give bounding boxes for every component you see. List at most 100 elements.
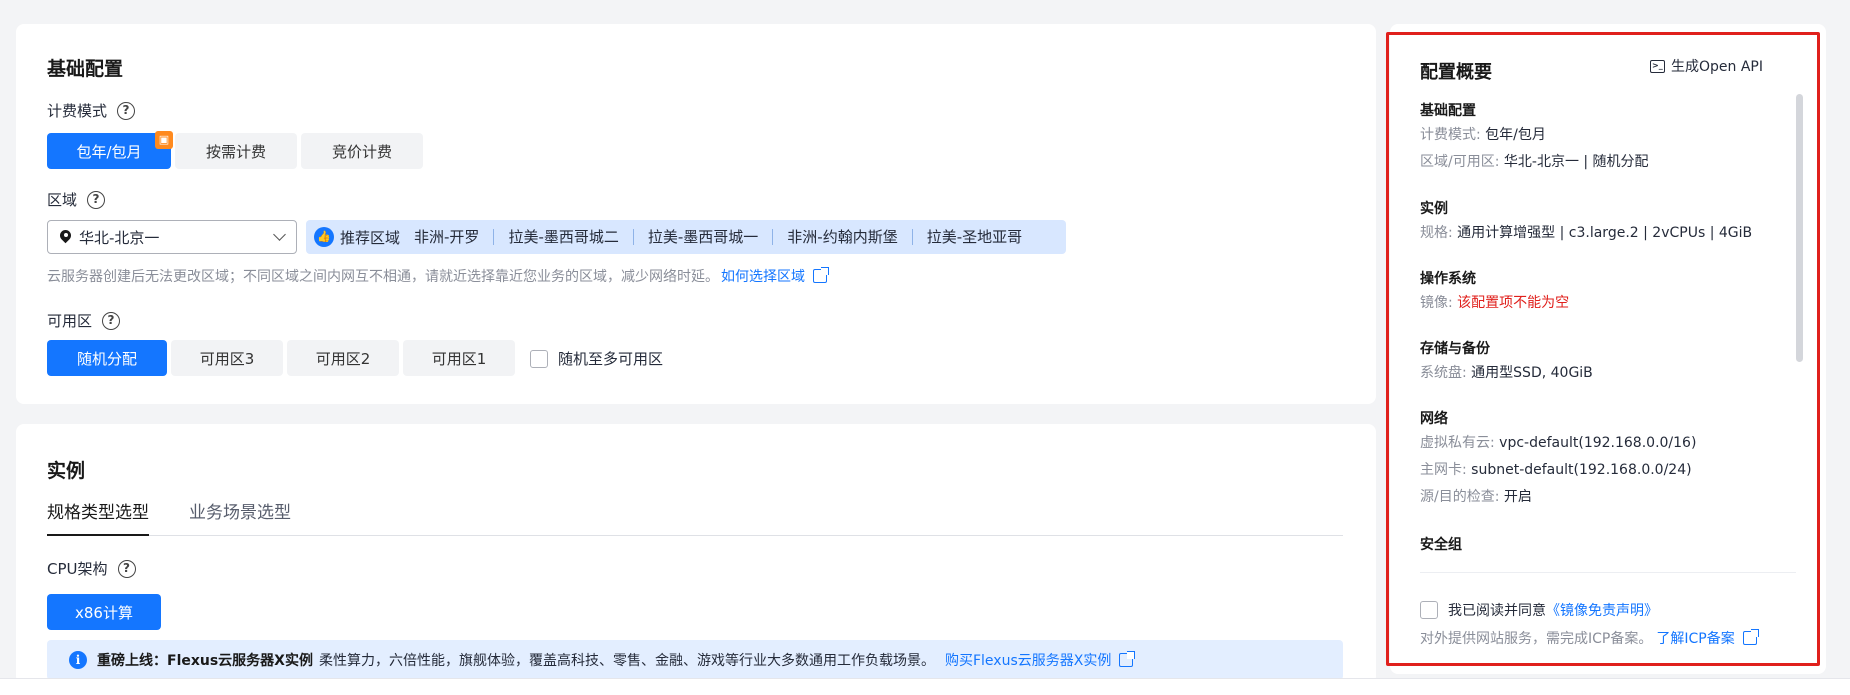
region-label: 区域 ? [47,189,106,210]
summary-key: 规格: [1420,225,1458,241]
summary-divider [1420,572,1796,573]
summary-value: 包年/包月 [1485,127,1546,143]
summary-value: 通用计算增强型 | c3.large.2 | 2vCPUs | 4GiB [1457,225,1753,241]
icp-notice: 对外提供网站服务，需完成ICP备案。 了解ICP备案 [1420,628,1759,648]
agree-checkbox[interactable] [1420,601,1438,619]
summary-key: 源/目的检查: [1420,489,1504,505]
recommended-region-item[interactable]: 非洲-约翰内斯堡 [772,229,911,245]
how-to-choose-region-link[interactable]: 如何选择区域 [721,266,805,286]
region-select[interactable]: 华北-北京一 [47,220,297,254]
thumbs-up-icon: 👍 [314,227,334,247]
summary-network: 网络 虚拟私有云: vpc-default(192.168.0.0/16) 主网… [1420,408,1696,511]
summary-key: 计费模式: [1420,127,1486,143]
recommended-regions-bar: 👍 推荐区域 非洲-开罗 拉美-墨西哥城二 拉美-墨西哥城一 非洲-约翰内斯堡 … [306,220,1066,254]
summary-instance-head: 实例 [1420,201,1448,217]
external-link-icon [1742,629,1759,645]
cpu-arch-text: CPU架构 [47,560,108,578]
image-disclaimer-agree[interactable]: 我已阅读并同意 《镜像免责声明》 [1420,600,1658,620]
recommended-region-item[interactable]: 拉美-圣地亚哥 [911,229,1036,245]
summary-scrollbar[interactable] [1796,94,1803,362]
summary-basic: 基础配置 计费模式: 包年/包月 区域/可用区: 华北-北京一 | 随机分配 [1420,100,1649,176]
billing-on-demand-button[interactable]: 按需计费 [175,133,297,169]
region-selected-value: 华北-北京一 [79,228,160,247]
summary-storage: 存储与备份 系统盘: 通用型SSD, 40GiB [1420,338,1593,387]
random-multi-az-option[interactable]: 随机至多可用区 [530,348,663,369]
instance-tabs: 规格类型选型 业务场景选型 [47,500,1343,536]
summary-region-line: 区域/可用区: 华北-北京一 | 随机分配 [1420,149,1649,176]
basic-config-title: 基础配置 [47,58,124,80]
recommended-region-item[interactable]: 非洲-开罗 [414,229,493,245]
cpu-arch-label: CPU架构 ? [47,558,136,579]
image-disclaimer-link[interactable]: 《镜像免责声明》 [1546,600,1658,620]
openapi-label: 生成Open API [1671,59,1763,75]
summary-value: vpc-default(192.168.0.0/16) [1499,435,1697,451]
summary-spec-line: 规格: 通用计算增强型 | c3.large.2 | 2vCPUs | 4GiB [1420,220,1752,247]
summary-image-line: 镜像: 该配置项不能为空 [1420,290,1569,317]
summary-key: 主网卡: [1420,462,1472,478]
summary-title: 配置概要 [1420,62,1492,83]
help-icon[interactable]: ? [117,101,136,120]
terminal-icon: >_ [1650,59,1665,73]
instance-title: 实例 [47,460,86,482]
bottom-bar [0,678,1850,695]
location-pin-icon [60,230,71,244]
region-hint-text: 云服务器创建后无法更改区域；不同区域之间内网互不相通，请就近选择靠近您业务的区域… [47,269,719,285]
summary-vpc-line: 虚拟私有云: vpc-default(192.168.0.0/16) [1420,430,1696,457]
banner-title: 重磅上线：Flexus云服务器X实例 [97,653,313,669]
region-hint: 云服务器创建后无法更改区域；不同区域之间内网互不相通，请就近选择靠近您业务的区域… [47,266,829,286]
summary-key: 虚拟私有云: [1420,435,1500,451]
help-icon[interactable]: ? [87,190,106,209]
summary-storage-head: 存储与备份 [1420,341,1490,357]
az-label: 可用区 ? [47,310,121,331]
agree-text: 我已阅读并同意 [1448,603,1546,619]
summary-sg-head: 安全组 [1420,537,1462,553]
summary-security-group: 安全组 [1420,534,1462,556]
summary-value: subnet-default(192.168.0.0/24) [1471,462,1692,478]
az-group: 随机分配 可用区3 可用区2 可用区1 [47,340,515,376]
external-link-icon [1119,651,1136,667]
billing-yearly-monthly-button[interactable]: 包年/包月 ▣ [47,131,173,169]
top-strip [0,0,1850,6]
summary-basic-head: 基础配置 [1420,103,1476,119]
generate-openapi-button[interactable]: >_ 生成Open API [1650,56,1763,76]
cpu-arch-group: x86计算 [47,594,161,630]
summary-key: 镜像: [1420,295,1458,311]
summary-key: 系统盘: [1420,365,1472,381]
random-multi-az-label: 随机至多可用区 [558,350,664,368]
buy-flexus-link[interactable]: 购买Flexus云服务器X实例 [945,650,1111,670]
summary-billing-line: 计费模式: 包年/包月 [1420,122,1649,149]
learn-icp-link[interactable]: 了解ICP备案 [1656,628,1734,648]
recommended-region-item[interactable]: 拉美-墨西哥城一 [632,229,772,245]
x86-compute-button[interactable]: x86计算 [47,594,161,630]
summary-network-head: 网络 [1420,411,1448,427]
summary-disk-line: 系统盘: 通用型SSD, 40GiB [1420,360,1593,387]
tab-business-scenario[interactable]: 业务场景选型 [189,500,291,536]
billing-mode-text: 计费模式 [47,102,108,120]
billing-mode-label: 计费模式 ? [47,100,136,121]
billing-spot-button[interactable]: 竞价计费 [301,133,423,169]
random-multi-az-checkbox[interactable] [530,349,548,368]
summary-instance: 实例 规格: 通用计算增强型 | c3.large.2 | 2vCPUs | 4… [1420,198,1752,247]
help-icon[interactable]: ? [102,311,121,330]
icp-text: 对外提供网站服务，需完成ICP备案。 [1420,631,1653,647]
region-text: 区域 [47,191,78,209]
summary-nic-line: 主网卡: subnet-default(192.168.0.0/24) [1420,457,1696,484]
summary-value: 华北-北京一 | 随机分配 [1503,154,1649,170]
az-1-button[interactable]: 可用区1 [403,340,515,376]
summary-image-error: 该配置项不能为空 [1457,295,1570,311]
az-2-button[interactable]: 可用区2 [287,340,399,376]
billing-option-label: 包年/包月 [76,142,142,161]
tab-spec-type[interactable]: 规格类型选型 [47,500,149,536]
recommended-region-item[interactable]: 拉美-墨西哥城二 [493,229,632,245]
summary-value: 开启 [1503,489,1532,505]
az-3-button[interactable]: 可用区3 [171,340,283,376]
summary-key: 区域/可用区: [1420,154,1504,170]
recommended-label: 推荐区域 [340,228,401,247]
summary-src-check-line: 源/目的检查: 开启 [1420,484,1696,511]
help-icon[interactable]: ? [117,559,136,578]
banner-text: 柔性算力，六倍性能，旗舰体验，覆盖高科技、零售、金融、游戏等行业大多数通用工作负… [318,653,935,669]
summary-os-head: 操作系统 [1420,271,1476,287]
summary-value: 通用型SSD, 40GiB [1471,365,1593,381]
az-random-button[interactable]: 随机分配 [47,340,167,376]
summary-os: 操作系统 镜像: 该配置项不能为空 [1420,268,1569,317]
